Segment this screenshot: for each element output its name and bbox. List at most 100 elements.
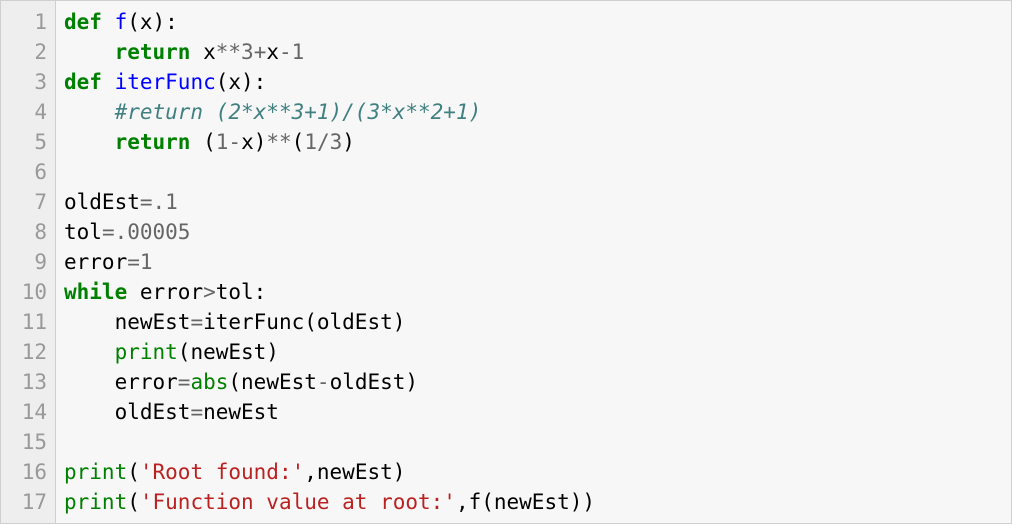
line-number: 15 xyxy=(11,427,47,457)
token-id: iterFunc(oldEst) xyxy=(203,310,405,334)
token-op: = xyxy=(178,370,191,394)
line-number: 5 xyxy=(11,127,47,157)
token-num: 1 xyxy=(292,40,305,64)
token-id: error xyxy=(115,370,178,394)
line-number: 9 xyxy=(11,247,47,277)
token-num: .1 xyxy=(153,190,178,214)
token-op: = xyxy=(190,400,203,424)
token-op: - xyxy=(279,40,292,64)
line-number: 3 xyxy=(11,67,47,97)
code-line[interactable]: return (1-x)**(1/3) xyxy=(64,127,1001,157)
line-number: 13 xyxy=(11,367,47,397)
token-bn: print xyxy=(115,340,178,364)
token-kw: def xyxy=(64,70,102,94)
token-sp xyxy=(190,130,203,154)
token-id: x xyxy=(203,40,216,64)
code-line[interactable]: #return (2*x**3+1)/(3*x**2+1) xyxy=(64,97,1001,127)
code-line[interactable]: tol=.00005 xyxy=(64,217,1001,247)
code-line[interactable] xyxy=(64,427,1001,457)
line-number-gutter: 1234567891011121314151617 xyxy=(1,1,56,523)
token-fn: f xyxy=(115,10,128,34)
token-num: .00005 xyxy=(115,220,191,244)
line-number: 8 xyxy=(11,217,47,247)
code-line[interactable]: def iterFunc(x): xyxy=(64,67,1001,97)
token-op: = xyxy=(102,220,115,244)
token-num: 1 xyxy=(140,250,153,274)
token-id: newEst xyxy=(115,310,191,334)
token-sp xyxy=(102,70,115,94)
token-cm: #return (2*x**3+1)/(3*x**2+1) xyxy=(115,100,482,124)
line-number: 16 xyxy=(11,457,47,487)
token-num: 1 xyxy=(304,130,317,154)
token-id: ) xyxy=(342,130,355,154)
token-sp xyxy=(64,400,115,424)
token-op: ** xyxy=(216,40,241,64)
token-id: tol: xyxy=(216,280,267,304)
line-number: 12 xyxy=(11,337,47,367)
token-id: (x): xyxy=(127,10,178,34)
token-op: = xyxy=(127,250,140,274)
line-number: 11 xyxy=(11,307,47,337)
token-bn: print xyxy=(64,490,127,514)
code-line[interactable]: return x**3+x-1 xyxy=(64,37,1001,67)
token-sp xyxy=(64,370,115,394)
token-num: 3 xyxy=(241,40,254,64)
line-number: 17 xyxy=(11,487,47,517)
line-number: 4 xyxy=(11,97,47,127)
token-sp xyxy=(64,340,115,364)
token-id: (newEst) xyxy=(178,340,279,364)
code-line[interactable]: newEst=iterFunc(oldEst) xyxy=(64,307,1001,337)
code-line[interactable]: error=1 xyxy=(64,247,1001,277)
code-line[interactable]: error=abs(newEst-oldEst) xyxy=(64,367,1001,397)
token-kw: return xyxy=(115,40,191,64)
token-id: error xyxy=(64,250,127,274)
token-id: ( xyxy=(127,490,140,514)
token-id: x xyxy=(266,40,279,64)
token-id: (x): xyxy=(216,70,267,94)
code-block: 1234567891011121314151617 def f(x): retu… xyxy=(0,0,1012,524)
code-line[interactable]: print(newEst) xyxy=(64,337,1001,367)
token-sp xyxy=(127,280,140,304)
token-kw: return xyxy=(115,130,191,154)
line-number: 6 xyxy=(11,157,47,187)
token-kw: def xyxy=(64,10,102,34)
token-sp xyxy=(64,40,115,64)
token-id: oldEst) xyxy=(330,370,419,394)
token-str: 'Function value at root:' xyxy=(140,490,456,514)
token-op: = xyxy=(140,190,153,214)
code-line[interactable] xyxy=(64,157,1001,187)
code-line[interactable]: while error>tol: xyxy=(64,277,1001,307)
code-line[interactable]: def f(x): xyxy=(64,7,1001,37)
token-id: tol xyxy=(64,220,102,244)
line-number: 7 xyxy=(11,187,47,217)
token-sp xyxy=(102,10,115,34)
code-line[interactable]: oldEst=newEst xyxy=(64,397,1001,427)
token-op: > xyxy=(203,280,216,304)
token-sp xyxy=(190,40,203,64)
token-op: - xyxy=(317,370,330,394)
line-number: 1 xyxy=(11,7,47,37)
code-area[interactable]: def f(x): return x**3+x-1def iterFunc(x)… xyxy=(56,1,1011,523)
token-op: ** xyxy=(266,130,291,154)
token-id: oldEst xyxy=(115,400,191,424)
token-id: error xyxy=(140,280,203,304)
token-op: + xyxy=(254,40,267,64)
token-num: 1 xyxy=(216,130,229,154)
token-id: ( xyxy=(292,130,305,154)
line-number: 2 xyxy=(11,37,47,67)
token-op: - xyxy=(228,130,241,154)
token-id: ( xyxy=(203,130,216,154)
line-number: 10 xyxy=(11,277,47,307)
code-line[interactable]: print('Function value at root:',f(newEst… xyxy=(64,487,1001,517)
token-sp xyxy=(64,310,115,334)
token-sp xyxy=(64,130,115,154)
token-kw: while xyxy=(64,280,127,304)
token-id: oldEst xyxy=(64,190,140,214)
token-str: 'Root found:' xyxy=(140,460,304,484)
token-id: ,newEst) xyxy=(304,460,405,484)
token-id: ( xyxy=(127,460,140,484)
code-line[interactable]: oldEst=.1 xyxy=(64,187,1001,217)
code-line[interactable]: print('Root found:',newEst) xyxy=(64,457,1001,487)
token-sp xyxy=(64,100,115,124)
token-id: ,f(newEst)) xyxy=(456,490,595,514)
